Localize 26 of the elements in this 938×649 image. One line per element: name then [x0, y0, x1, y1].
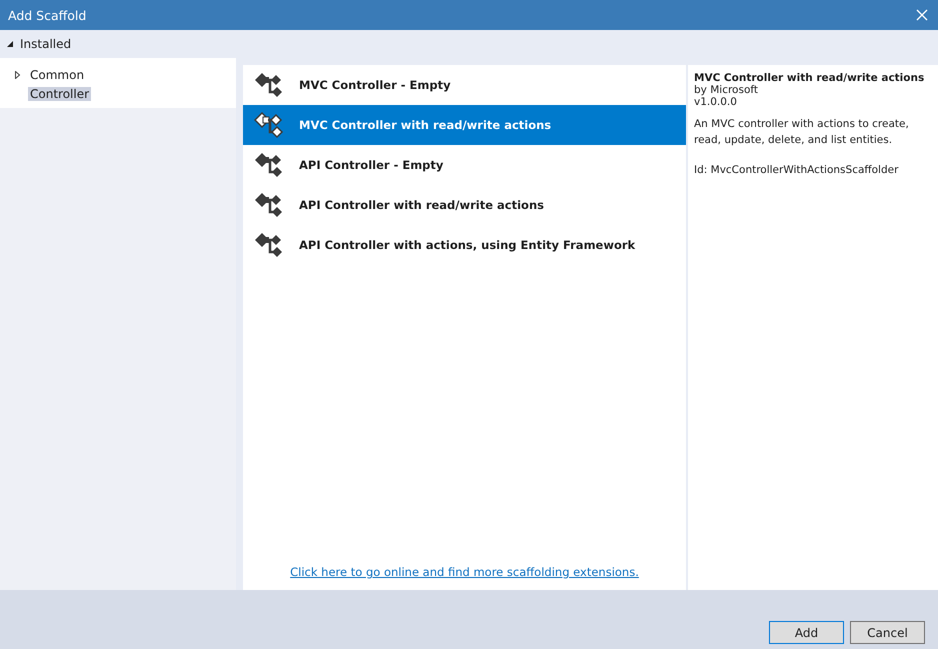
template-item[interactable]: API Controller with read/write actions [243, 185, 686, 225]
controller-icon [253, 110, 285, 140]
controller-icon [253, 230, 285, 260]
template-item[interactable]: MVC Controller with read/write actions [243, 105, 686, 145]
version-text: v1.0.0.0 [694, 96, 738, 108]
add-button[interactable]: Add [769, 621, 844, 644]
controller-icon [253, 150, 285, 180]
controller-icon [253, 190, 285, 220]
tree-item[interactable]: Controller [28, 86, 92, 100]
close-button[interactable] [914, 9, 930, 21]
window-title: Add Scaffold [8, 8, 86, 22]
collapse-icon[interactable] [6, 40, 14, 48]
section-header: Installed [20, 37, 72, 51]
online-link[interactable]: Click here to go online and find more scaffolding extensions. [290, 565, 639, 579]
template-item[interactable]: API Controller with actions, using Entity Framework [243, 225, 686, 265]
author-text: by Microsoft [694, 84, 759, 96]
close-icon [916, 9, 928, 21]
description-text: An MVC controller with actions to create, read, update, delete, and list entities. [694, 117, 910, 148]
controller-icon [253, 70, 285, 100]
template-item[interactable]: MVC Controller - Empty [243, 65, 686, 105]
details-title: MVC Controller with read/write actions [694, 72, 926, 84]
template-item[interactable]: API Controller - Empty [243, 145, 686, 185]
id-text: Id: MvcControllerWithActionsScaffolder [694, 164, 900, 176]
tree-item[interactable]: Common [28, 68, 86, 82]
expand-icon[interactable] [14, 70, 22, 78]
cancel-button[interactable]: Cancel [850, 621, 925, 644]
